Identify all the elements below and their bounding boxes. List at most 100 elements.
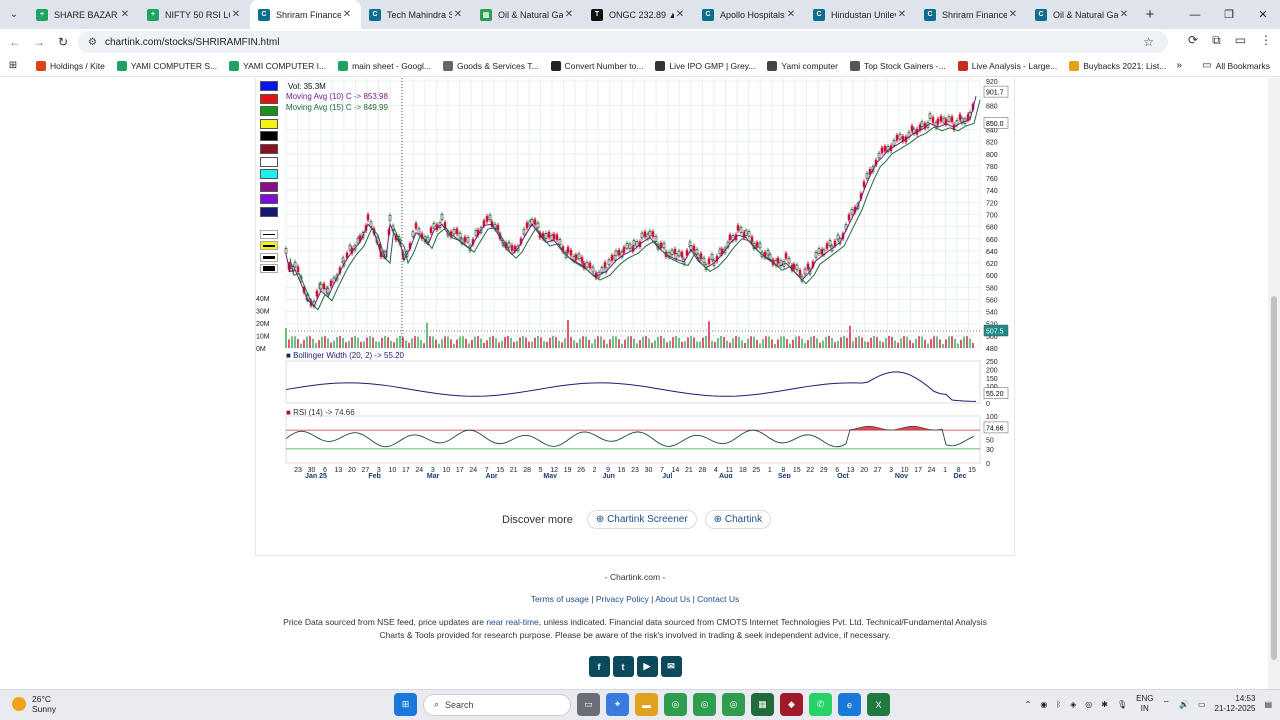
email-icon[interactable]: ✉: [660, 656, 682, 677]
forward-icon[interactable]: →: [27, 35, 51, 49]
tab-search-button[interactable]: ⌄: [0, 0, 28, 29]
browser-tab[interactable]: + SHARE BAZAR GO✕: [28, 0, 139, 29]
close-tab-icon[interactable]: ✕: [1007, 9, 1019, 20]
tray-app-icon[interactable]: ◉: [1040, 700, 1047, 709]
profile-icon[interactable]: ▭: [1235, 33, 1246, 48]
chartink-screener-button[interactable]: ⊕ Chartink Screener: [586, 510, 697, 529]
bookmark-item[interactable]: Live Analysis - Large...: [957, 60, 1057, 71]
day-tick-label: 20: [348, 467, 356, 474]
all-bookmarks[interactable]: ▭ All Bookmarks: [1202, 60, 1270, 71]
address-bar[interactable]: ⚙ chartink.com/stocks/SHRIRAMFIN.html ☆: [78, 31, 1168, 53]
chartink-button[interactable]: ⊕ Chartink: [704, 510, 772, 529]
youtube-icon[interactable]: ▶: [636, 656, 658, 677]
browser-tab[interactable]: T ONGC 232.89 ▲ ✕: [583, 0, 694, 29]
terms-link[interactable]: Terms of usage: [531, 594, 589, 604]
bookmark-item[interactable]: YAMI COMPUTER I...: [229, 60, 326, 71]
taskbar-search[interactable]: ⌕ Search: [423, 693, 571, 716]
excel-icon[interactable]: X: [867, 693, 890, 716]
bb-tick-label: 250: [986, 359, 998, 366]
close-tab-icon[interactable]: ✕: [785, 9, 797, 20]
volume-bar: [396, 338, 398, 348]
new-tab-button[interactable]: +: [1138, 6, 1162, 23]
whatsapp-icon[interactable]: ✆: [809, 693, 832, 716]
start-icon[interactable]: ⊞: [394, 693, 417, 716]
back-icon[interactable]: ←: [3, 35, 27, 49]
chrome-icon[interactable]: ◎: [664, 693, 687, 716]
close-tab-icon[interactable]: ✕: [119, 9, 131, 20]
minimize-icon[interactable]: —: [1178, 0, 1212, 29]
extension-icon[interactable]: ⟳: [1188, 33, 1198, 48]
weather-widget[interactable]: 26°C Sunny: [12, 694, 56, 714]
bookmark-item[interactable]: Convert Number to...: [550, 60, 643, 71]
rsi-legend-text: RSI (14) -> 74.66: [293, 408, 355, 417]
calculator-icon[interactable]: ▦: [751, 693, 774, 716]
task-view-icon[interactable]: ▭: [577, 693, 600, 716]
browser-tab[interactable]: C Apollo Hospitals S✕: [694, 0, 805, 29]
browser-tab[interactable]: + NIFTY 50 RSI LOW✕: [139, 0, 250, 29]
chrome-profile-icon[interactable]: ◎: [693, 693, 716, 716]
close-tab-icon[interactable]: ✕: [674, 9, 686, 20]
close-tab-icon[interactable]: ✕: [341, 9, 353, 20]
edge-icon[interactable]: e: [838, 693, 861, 716]
browser-tab[interactable]: C Shriram Finance S✕: [250, 0, 361, 29]
apps-grid-icon[interactable]: ⊞: [0, 60, 26, 71]
twitter-icon[interactable]: t: [612, 656, 634, 677]
close-tab-icon[interactable]: ✕: [563, 9, 575, 20]
clock[interactable]: 14:53 21-12-2025: [1215, 694, 1256, 714]
notification-icon[interactable]: ▤: [1264, 700, 1272, 709]
bookmark-item[interactable]: main sheet - Googl...: [338, 60, 431, 71]
close-tab-icon[interactable]: ✕: [1118, 9, 1130, 20]
tray-overflow-icon[interactable]: ⌃: [1025, 700, 1032, 709]
bookmark-item[interactable]: Top Stock Gainers -...: [849, 60, 946, 71]
app-icon[interactable]: ◆: [780, 693, 803, 716]
browser-tab[interactable]: C Tech Mahindra Sh✕: [361, 0, 472, 29]
privacy-link[interactable]: Privacy Policy: [596, 594, 649, 604]
browser-tab[interactable]: C Oil & Natural Gas ✕: [1027, 0, 1138, 29]
browser-tab[interactable]: C Hindustan Unilev ✕: [805, 0, 916, 29]
close-tab-icon[interactable]: ✕: [452, 9, 464, 20]
language-indicator[interactable]: ENG IN: [1136, 694, 1153, 714]
bookmark-star-icon[interactable]: ☆: [1143, 35, 1154, 49]
volume-icon[interactable]: 🔊: [1179, 700, 1189, 709]
about-link[interactable]: About Us: [655, 594, 690, 604]
site-info-icon[interactable]: ⚙: [88, 37, 97, 48]
reload-icon[interactable]: ↻: [51, 35, 75, 49]
volume-bar: [891, 336, 893, 348]
stock-chart[interactable]: 9208808408208007807607407207006806606406…: [256, 78, 1016, 478]
bookmark-item[interactable]: YAMI COMPUTER S...: [116, 60, 217, 71]
volume-bar: [867, 341, 869, 348]
menu-kebab-icon[interactable]: ⋮: [1260, 33, 1272, 48]
extensions-puzzle-icon[interactable]: ⧉: [1212, 33, 1221, 48]
bookmark-item[interactable]: Yami computer: [767, 60, 838, 71]
mic-icon[interactable]: 🎙: [1117, 700, 1127, 709]
volume-bar: [450, 339, 452, 348]
browser-tab[interactable]: C Shriram Finance S✕: [916, 0, 1027, 29]
bookmark-item[interactable]: Holdings / Kite: [36, 60, 105, 71]
contact-link[interactable]: Contact Us: [697, 594, 739, 604]
bookmarks-overflow-icon[interactable]: »: [1176, 60, 1182, 71]
volume-bar: [741, 340, 743, 348]
bookmark-item[interactable]: Buybacks 2021: List...: [1069, 60, 1166, 71]
volume-bar: [708, 321, 710, 348]
facebook-icon[interactable]: f: [588, 656, 610, 677]
scrollbar-thumb[interactable]: [1271, 296, 1277, 660]
battery-icon[interactable]: ▭: [1198, 700, 1206, 709]
file-explorer-icon[interactable]: ▬: [635, 693, 658, 716]
tray-app-icon[interactable]: ◈: [1070, 700, 1076, 709]
bookmark-item[interactable]: Live IPO GMP | Grey...: [655, 60, 755, 71]
chrome-profile-2-icon[interactable]: ◎: [722, 693, 745, 716]
bluetooth-icon[interactable]: ᛒ: [1056, 700, 1061, 709]
page-scrollbar[interactable]: [1268, 78, 1280, 689]
tray-chrome-icon[interactable]: ◎: [1085, 700, 1092, 709]
realtime-link[interactable]: near real-time: [486, 617, 538, 627]
bookmark-item[interactable]: Goods & Services T...: [442, 60, 539, 71]
restore-icon[interactable]: ❐: [1212, 0, 1246, 29]
volume-bar: [717, 337, 719, 348]
close-tab-icon[interactable]: ✕: [230, 9, 242, 20]
close-tab-icon[interactable]: ✕: [896, 9, 908, 20]
close-window-icon[interactable]: ✕: [1246, 0, 1280, 29]
tray-app-icon[interactable]: ✱: [1101, 700, 1108, 709]
copilot-icon[interactable]: ✦: [606, 693, 629, 716]
browser-tab[interactable]: ▥ Oil & Natural Gas ✕: [472, 0, 583, 29]
wifi-icon[interactable]: ⌔: [1162, 699, 1170, 709]
